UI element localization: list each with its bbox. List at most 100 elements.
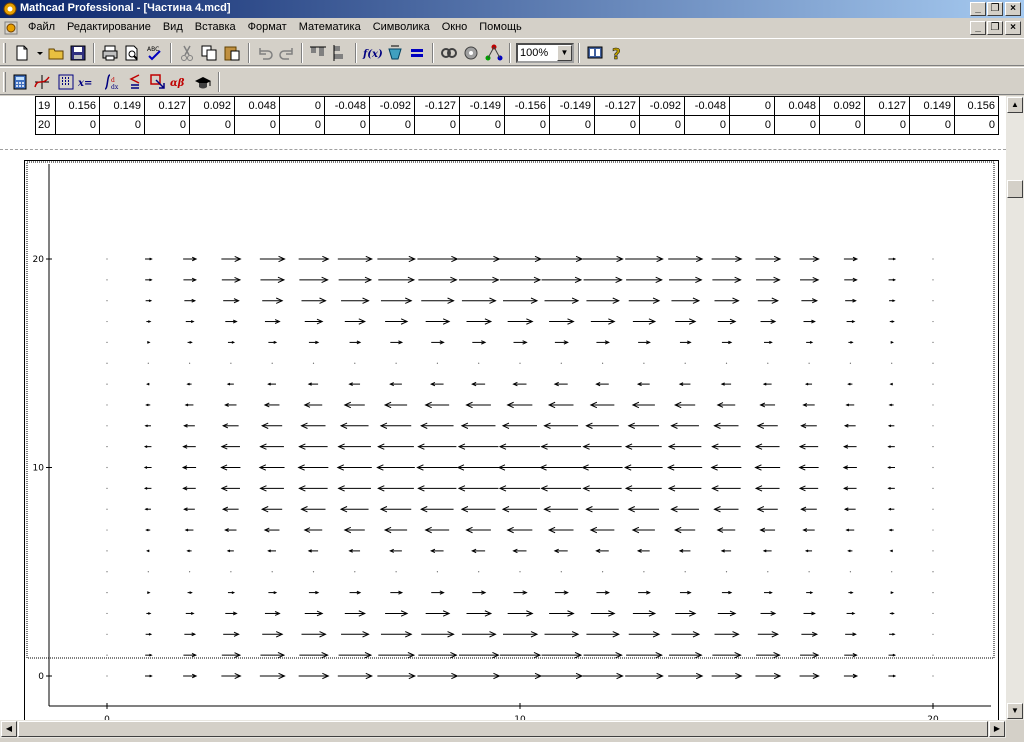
matrix-cell[interactable]: 0 <box>774 115 820 135</box>
matrix-cell[interactable]: -0.149 <box>459 96 505 116</box>
new-document-icon[interactable] <box>12 43 32 63</box>
calculus-toolbar-icon[interactable]: d dx <box>103 72 123 92</box>
help-question-icon[interactable]: ? <box>607 43 627 63</box>
matrix-cell[interactable]: 0 <box>414 115 460 135</box>
matrix-cell[interactable]: 0.127 <box>864 96 910 116</box>
doc-close-button[interactable]: × <box>1005 21 1021 35</box>
align-across-icon[interactable] <box>308 43 328 63</box>
matrix-cell[interactable]: 0 <box>279 115 325 135</box>
matrix-cell[interactable]: 0 <box>324 115 370 135</box>
menu-symbolics[interactable]: Символика <box>367 21 436 33</box>
toolbar-grip[interactable] <box>3 43 6 63</box>
symbolic-toolbar-icon[interactable] <box>193 72 213 92</box>
matrix-cell[interactable]: 0.092 <box>819 96 865 116</box>
insert-hyperlink-icon[interactable] <box>439 43 459 63</box>
horizontal-scroll-thumb[interactable] <box>18 721 988 737</box>
vertical-scrollbar[interactable]: ▲ ▼ <box>1006 96 1024 720</box>
worksheet[interactable]: 19 0.156 0.149 0.127 0.092 0.048 0 -0.048 -0.092… <box>0 96 1006 720</box>
matrix-cell[interactable]: 0 <box>729 115 775 135</box>
menu-edit[interactable]: Редактирование <box>61 21 157 33</box>
cut-scissors-icon[interactable] <box>177 43 197 63</box>
doc-restore-button[interactable]: ❐ <box>987 21 1003 35</box>
matrix-cell[interactable]: -0.092 <box>639 96 685 116</box>
restore-button[interactable]: ❐ <box>987 2 1003 16</box>
calculate-equals-icon[interactable] <box>407 43 427 63</box>
matrix-cell[interactable]: -0.149 <box>549 96 595 116</box>
matrix-cell[interactable]: 0 <box>55 115 100 135</box>
matrix-cell[interactable]: 0 <box>639 115 685 135</box>
matrix-cell[interactable]: 0 <box>819 115 865 135</box>
matrix-cell[interactable]: 0.127 <box>144 96 190 116</box>
matrix-cell[interactable]: 0 <box>504 115 550 135</box>
resource-center-icon[interactable] <box>585 43 605 63</box>
matrix-cell[interactable]: -0.127 <box>414 96 460 116</box>
toolbar-grip[interactable] <box>3 72 6 92</box>
matrix-cell[interactable]: -0.048 <box>684 96 730 116</box>
matrix-cell[interactable]: 0 <box>909 115 955 135</box>
matrix-cell[interactable]: 0 <box>99 115 145 135</box>
matrix-cell[interactable]: 0 <box>279 96 325 116</box>
matrix-cell[interactable]: 0 <box>189 115 235 135</box>
component-wizard-icon[interactable] <box>461 43 481 63</box>
evaluation-toolbar-icon[interactable]: x= <box>78 72 98 92</box>
boolean-toolbar-icon[interactable] <box>125 72 145 92</box>
run-mathconnex-icon[interactable] <box>484 43 504 63</box>
menu-format[interactable]: Формат <box>242 21 293 33</box>
print-preview-icon[interactable] <box>122 43 142 63</box>
paste-icon[interactable] <box>222 43 242 63</box>
menu-math[interactable]: Математика <box>293 21 367 33</box>
matrix-cell[interactable]: 0 <box>144 115 190 135</box>
matrix-cell[interactable]: -0.156 <box>504 96 550 116</box>
menu-file[interactable]: Файл <box>22 21 61 33</box>
matrix-cell[interactable]: 0.156 <box>954 96 999 116</box>
matrix-cell[interactable]: -0.127 <box>594 96 640 116</box>
matrix-cell[interactable]: 0.048 <box>774 96 820 116</box>
matrix-cell[interactable]: 0 <box>864 115 910 135</box>
matrix-cell[interactable]: 0 <box>459 115 505 135</box>
print-icon[interactable] <box>100 43 120 63</box>
matrix-cell[interactable]: 0 <box>234 115 280 135</box>
redo-icon[interactable] <box>277 43 297 63</box>
zoom-select[interactable]: 100% ▼ <box>516 43 574 63</box>
vertical-scroll-thumb[interactable] <box>1007 180 1023 198</box>
open-folder-icon[interactable] <box>46 43 66 63</box>
chevron-down-icon[interactable]: ▼ <box>557 45 572 61</box>
matrix-cell[interactable]: 0 <box>729 96 775 116</box>
menu-view[interactable]: Вид <box>157 21 189 33</box>
insert-function-icon[interactable]: f(x) <box>362 43 382 63</box>
calculator-toolbar-icon[interactable] <box>10 72 30 92</box>
menu-window[interactable]: Окно <box>436 21 474 33</box>
scroll-left-icon[interactable]: ◀ <box>1 721 17 737</box>
matrix-cell[interactable]: 0.048 <box>234 96 280 116</box>
spell-check-icon[interactable]: ABC <box>145 43 165 63</box>
menu-insert[interactable]: Вставка <box>189 21 242 33</box>
matrix-cell[interactable]: 0.149 <box>909 96 955 116</box>
greek-toolbar-icon[interactable]: αβ <box>170 72 190 92</box>
new-dropdown-icon[interactable] <box>30 43 43 63</box>
menu-help[interactable]: Помощь <box>473 21 528 33</box>
close-button[interactable]: × <box>1005 2 1021 16</box>
matrix-cell[interactable]: 0 <box>684 115 730 135</box>
align-down-icon[interactable] <box>330 43 350 63</box>
doc-minimize-button[interactable]: _ <box>970 21 986 35</box>
matrix-cell[interactable]: 0.149 <box>99 96 145 116</box>
matrix-cell[interactable]: 0 <box>369 115 415 135</box>
scroll-up-icon[interactable]: ▲ <box>1007 97 1023 113</box>
matrix-cell[interactable]: 0 <box>549 115 595 135</box>
matrix-cell[interactable]: -0.048 <box>324 96 370 116</box>
document-icon[interactable] <box>4 21 18 35</box>
copy-icon[interactable] <box>199 43 219 63</box>
graph-toolbar-icon[interactable] <box>32 72 52 92</box>
horizontal-scrollbar[interactable]: ◀ ▶ <box>0 720 1006 738</box>
matrix-cell[interactable]: 0.092 <box>189 96 235 116</box>
save-disk-icon[interactable] <box>68 43 88 63</box>
matrix-cell[interactable]: 0 <box>954 115 999 135</box>
undo-icon[interactable] <box>255 43 275 63</box>
scroll-down-icon[interactable]: ▼ <box>1007 703 1023 719</box>
minimize-button[interactable]: _ <box>970 2 986 16</box>
programming-toolbar-icon[interactable] <box>148 72 168 92</box>
scroll-right-icon[interactable]: ▶ <box>989 721 1005 737</box>
matrix-cell[interactable]: 0.156 <box>55 96 100 116</box>
matrix-cell[interactable]: -0.092 <box>369 96 415 116</box>
matrix-toolbar-icon[interactable] <box>56 72 76 92</box>
